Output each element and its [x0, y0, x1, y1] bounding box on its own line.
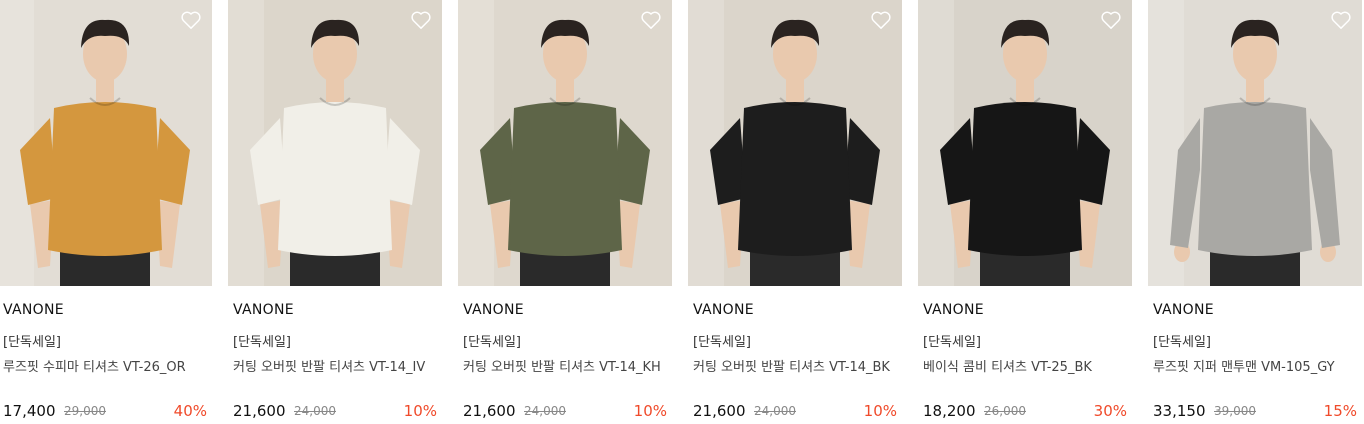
- heart-outline-icon[interactable]: [1330, 10, 1352, 30]
- sale-tag: [단독세일]: [1153, 335, 1211, 350]
- product-card[interactable]: VANONE [단독세일] 루즈핏 수피마 티셔츠 VT-26_OR 17,400 29…: [0, 0, 212, 424]
- product-card[interactable]: VANONE [단독세일] 커팅 오버핏 반팔 티셔츠 VT-14_BK 21,600…: [688, 0, 902, 424]
- sale-tag: [단독세일]: [923, 335, 981, 350]
- model-photo: [688, 0, 902, 286]
- model-photo: [228, 0, 442, 286]
- sale-price: 21,600: [693, 402, 746, 420]
- heart-outline-icon[interactable]: [180, 10, 202, 30]
- product-image[interactable]: [1148, 0, 1362, 286]
- original-price: 29,000: [64, 404, 106, 418]
- discount-rate: 40%: [173, 402, 207, 420]
- heart-outline-icon[interactable]: [1100, 10, 1122, 30]
- sale-price: 18,200: [923, 402, 976, 420]
- brand-name[interactable]: VANONE: [693, 302, 754, 318]
- brand-name[interactable]: VANONE: [463, 302, 524, 318]
- sale-price: 21,600: [233, 402, 286, 420]
- product-image[interactable]: [228, 0, 442, 286]
- heart-outline-icon[interactable]: [870, 10, 892, 30]
- sale-tag: [단독세일]: [463, 335, 521, 350]
- product-name[interactable]: 베이식 콤비 티셔츠 VT-25_BK: [923, 356, 1129, 375]
- brand-name[interactable]: VANONE: [233, 302, 294, 318]
- sale-tag: [단독세일]: [233, 335, 291, 350]
- sale-price: 17,400: [3, 402, 56, 420]
- original-price: 24,000: [524, 404, 566, 418]
- discount-rate: 15%: [1323, 402, 1357, 420]
- discount-rate: 10%: [403, 402, 437, 420]
- product-image[interactable]: [918, 0, 1132, 286]
- sale-tag: [단독세일]: [3, 335, 61, 350]
- product-name[interactable]: 커팅 오버핏 반팔 티셔츠 VT-14_IV: [233, 356, 439, 375]
- heart-outline-icon[interactable]: [640, 10, 662, 30]
- product-name[interactable]: 커팅 오버핏 반팔 티셔츠 VT-14_BK: [693, 356, 899, 375]
- original-price: 24,000: [294, 404, 336, 418]
- product-image[interactable]: [458, 0, 672, 286]
- brand-name[interactable]: VANONE: [1153, 302, 1214, 318]
- original-price: 39,000: [1214, 404, 1256, 418]
- model-photo: [458, 0, 672, 286]
- model-photo: [918, 0, 1132, 286]
- original-price: 24,000: [754, 404, 796, 418]
- product-card[interactable]: VANONE [단독세일] 커팅 오버핏 반팔 티셔츠 VT-14_IV 21,600…: [228, 0, 442, 424]
- product-card[interactable]: VANONE [단독세일] 커팅 오버핏 반팔 티셔츠 VT-14_KH 21,600…: [458, 0, 672, 424]
- model-photo: [0, 0, 212, 286]
- original-price: 26,000: [984, 404, 1026, 418]
- product-name[interactable]: 커팅 오버핏 반팔 티셔츠 VT-14_KH: [463, 356, 669, 375]
- brand-name[interactable]: VANONE: [923, 302, 984, 318]
- product-card[interactable]: VANONE [단독세일] 루즈핏 지퍼 맨투맨 VM-105_GY 33,150 39…: [1148, 0, 1362, 424]
- model-photo: [1148, 0, 1362, 286]
- product-grid: VANONE [단독세일] 루즈핏 수피마 티셔츠 VT-26_OR 17,400 29…: [0, 0, 1364, 424]
- sale-price: 21,600: [463, 402, 516, 420]
- discount-rate: 10%: [863, 402, 897, 420]
- sale-price: 33,150: [1153, 402, 1206, 420]
- heart-outline-icon[interactable]: [410, 10, 432, 30]
- discount-rate: 30%: [1093, 402, 1127, 420]
- product-name[interactable]: 루즈핏 수피마 티셔츠 VT-26_OR: [3, 356, 209, 375]
- product-image[interactable]: [0, 0, 212, 286]
- discount-rate: 10%: [633, 402, 667, 420]
- brand-name[interactable]: VANONE: [3, 302, 64, 318]
- product-name[interactable]: 루즈핏 지퍼 맨투맨 VM-105_GY: [1153, 356, 1359, 375]
- product-image[interactable]: [688, 0, 902, 286]
- sale-tag: [단독세일]: [693, 335, 751, 350]
- product-card[interactable]: VANONE [단독세일] 베이식 콤비 티셔츠 VT-25_BK 18,200 26,…: [918, 0, 1132, 424]
